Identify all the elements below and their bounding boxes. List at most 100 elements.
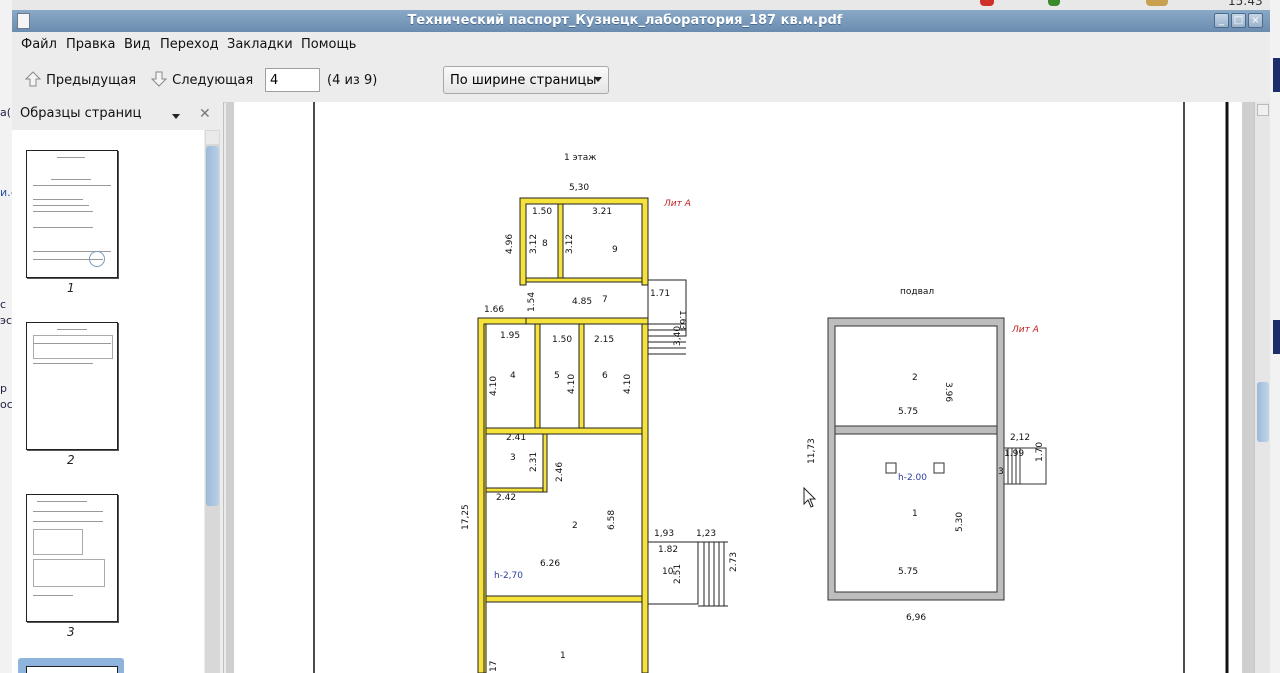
dim: 6.26 <box>540 559 560 569</box>
desktop-fragment: а( <box>0 106 12 119</box>
dim: 3.96 <box>943 382 953 402</box>
dim: 1.95 <box>500 331 520 341</box>
thumbnail-label: 3 <box>67 625 75 639</box>
basement-bottom-width: 6,96 <box>906 613 926 623</box>
dim: 1.99 <box>1004 449 1024 459</box>
zoom-select[interactable]: По ширине страницы <box>443 66 609 94</box>
menu-bookmarks[interactable]: Закладки <box>227 37 293 52</box>
dim: 5.75 <box>898 407 918 417</box>
menu-go[interactable]: Переход <box>160 37 219 52</box>
scrollbar-thumb[interactable] <box>206 146 219 506</box>
page-thumbnail[interactable] <box>26 150 118 278</box>
dim: 2.46 <box>555 462 565 482</box>
basement-total-height: 11,73 <box>807 438 817 464</box>
window-title: Технический паспорт_Кузнецк_лаборатория_… <box>407 13 843 28</box>
dim: 2.31 <box>529 452 539 472</box>
desktop-right-edge <box>1270 0 1280 673</box>
previous-page-button[interactable]: Предыдущая <box>24 70 136 88</box>
menu-help[interactable]: Помощь <box>301 37 356 52</box>
page-thumbnail[interactable] <box>26 494 118 622</box>
desktop-fragment: ос <box>0 398 13 411</box>
mouse-cursor-icon <box>803 486 817 508</box>
tray-icon-red[interactable] <box>980 0 994 6</box>
pdf-viewer-window: Технический паспорт_Кузнецк_лаборатория_… <box>12 10 1270 673</box>
scrollbar-thumb[interactable] <box>1257 382 1269 442</box>
sidebar-title[interactable]: Образцы страниц <box>20 106 141 121</box>
arrow-up-icon <box>24 71 42 87</box>
room-number: 3 <box>510 453 516 463</box>
desktop-top-panel <box>0 0 1280 10</box>
sidebar-scrollbar[interactable] <box>205 130 220 673</box>
previous-page-label: Предыдущая <box>46 73 137 88</box>
dim: 4.10 <box>623 374 633 394</box>
dim: 17 <box>489 661 499 672</box>
ceiling-height: h-2,70 <box>494 571 523 581</box>
dim: 1.71 <box>650 289 670 299</box>
room-number: 4 <box>510 371 516 381</box>
thumbnail-label: 2 <box>67 453 75 467</box>
tray-icon-folder[interactable] <box>1146 0 1168 6</box>
pdf-page: 1 этаж 5,30 Лит А 1.50 3.21 4.96 3.12 3.… <box>234 102 1242 673</box>
dim: 3,40 <box>673 326 683 346</box>
dim: 3.12 <box>529 234 539 254</box>
tray-icon-green[interactable] <box>1048 0 1060 6</box>
menu-edit[interactable]: Правка <box>66 37 115 52</box>
page-number-input[interactable] <box>265 68 320 92</box>
maximize-button[interactable]: □ <box>1231 13 1246 28</box>
room-number: 1 <box>560 651 566 661</box>
basement-title: подвал <box>900 287 934 297</box>
floor1-title: 1 этаж <box>564 153 596 163</box>
thumbnail-label: 1 <box>67 281 75 295</box>
room-number: 2 <box>912 373 918 383</box>
next-page-button[interactable]: Следующая <box>150 70 253 88</box>
dim: 1.50 <box>552 335 572 345</box>
lit-label: Лит А <box>1011 325 1039 335</box>
desktop-band <box>1273 58 1280 92</box>
scroll-up-arrow[interactable] <box>206 131 219 144</box>
floor1-total-height: 17,25 <box>461 504 471 530</box>
chevron-down-icon <box>594 77 602 82</box>
room-number: 7 <box>602 295 608 305</box>
dim: 4.85 <box>572 297 592 307</box>
ceiling-height: h-2.00 <box>898 473 927 483</box>
scroll-up-arrow[interactable] <box>1257 104 1269 116</box>
arrow-down-icon <box>150 71 168 87</box>
room-number: 6 <box>602 371 608 381</box>
room-number: 8 <box>542 239 548 249</box>
menu-file[interactable]: Файл <box>21 37 57 52</box>
thumbnail-list: 1 2 3 4 <box>12 130 204 673</box>
room-number: 10 <box>662 567 674 577</box>
dim: 2.15 <box>594 335 614 345</box>
room-number: 5 <box>554 371 560 381</box>
dim: 2.41 <box>506 433 526 443</box>
page-thumbnail[interactable]: 4 <box>26 666 118 673</box>
dim: 1.54 <box>527 292 537 312</box>
dim: 3 <box>998 467 1004 477</box>
dim: 1.50 <box>532 207 552 217</box>
menu-bar: Файл Правка Вид Переход Закладки Помощь <box>12 32 1270 56</box>
dim: 6.58 <box>607 510 617 530</box>
dim: 2.51 <box>673 564 683 584</box>
dim: 1.66 <box>484 305 504 315</box>
minimize-button[interactable]: _ <box>1214 13 1229 28</box>
desktop-fragment: с <box>0 298 7 311</box>
desktop-band <box>1273 320 1280 354</box>
room-number: 2 <box>572 521 578 531</box>
desktop-fragment: р <box>0 382 7 395</box>
title-bar[interactable]: Технический паспорт_Кузнецк_лаборатория_… <box>12 10 1270 32</box>
page-thumbnail[interactable] <box>26 322 118 450</box>
dim: 5.75 <box>898 567 918 577</box>
basement-plan <box>827 317 1047 601</box>
dim: 4.10 <box>567 374 577 394</box>
system-clock: 15:43 <box>1228 0 1263 8</box>
room-number: 9 <box>612 245 618 255</box>
dim: 5,30 <box>569 183 589 193</box>
menu-view[interactable]: Вид <box>124 37 150 52</box>
close-icon[interactable]: ✕ <box>199 106 211 122</box>
close-window-button[interactable]: × <box>1248 13 1263 28</box>
document-view[interactable]: 1 этаж 5,30 Лит А 1.50 3.21 4.96 3.12 3.… <box>226 102 1254 673</box>
chevron-down-icon[interactable] <box>172 114 180 119</box>
floor-plan-drawing: 1 этаж 5,30 Лит А 1.50 3.21 4.96 3.12 3.… <box>313 102 1229 673</box>
document-scrollbar[interactable] <box>1254 102 1270 673</box>
dim: 2,12 <box>1010 433 1030 443</box>
